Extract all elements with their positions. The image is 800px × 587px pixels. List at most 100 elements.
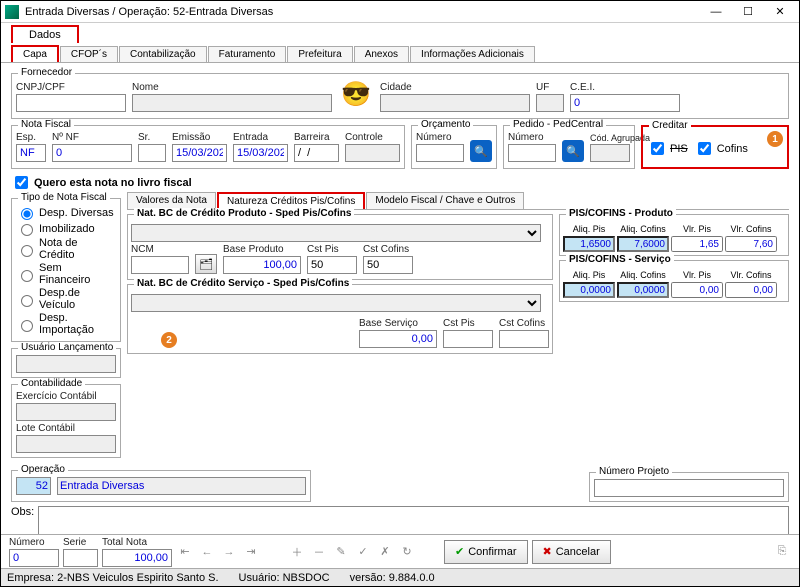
barreira-label: Barreira xyxy=(294,132,339,143)
exit-icon[interactable]: ⎘ xyxy=(773,543,791,561)
emissao-input[interactable] xyxy=(172,144,227,162)
checkbox-livro-fiscal[interactable] xyxy=(15,176,28,189)
minimize-button[interactable]: — xyxy=(701,3,731,21)
vlrpis-prod-input[interactable] xyxy=(671,236,723,252)
radio-desp-importacao[interactable]: Desp. Importação xyxy=(16,312,116,336)
footer-serie-input[interactable] xyxy=(63,549,98,567)
radio-input-imobilizado[interactable] xyxy=(21,224,33,236)
vlrpis-serv-input[interactable] xyxy=(671,282,723,298)
checkbox-cofins[interactable] xyxy=(698,142,711,155)
orcamento-search-button[interactable]: 🔍 xyxy=(470,140,492,162)
chk-pis[interactable]: PIS xyxy=(647,139,688,158)
edit-icon[interactable]: ✎ xyxy=(332,543,350,561)
cstpis-serv-input[interactable] xyxy=(443,330,493,348)
refresh-icon[interactable]: ↻ xyxy=(398,543,416,561)
cnpj-input[interactable] xyxy=(16,94,126,112)
vlrcof-prod-input[interactable] xyxy=(725,236,777,252)
numero-projeto-input[interactable] xyxy=(594,479,784,497)
lote-label: Lote Contábil xyxy=(16,423,116,434)
maximize-button[interactable]: ☐ xyxy=(733,3,763,21)
nnf-input[interactable] xyxy=(52,144,132,162)
pedido-num-input[interactable] xyxy=(508,144,556,162)
natserv-select[interactable] xyxy=(131,294,541,312)
titlebar: Entrada Diversas / Operação: 52-Entrada … xyxy=(1,1,799,23)
remove-icon[interactable]: － xyxy=(310,543,328,561)
radio-desp-diversas[interactable]: Desp. Diversas xyxy=(16,205,116,220)
cstpis-serv-label: Cst Pis xyxy=(443,318,493,329)
save-icon[interactable]: ✓ xyxy=(354,543,372,561)
operacao-cod-input[interactable] xyxy=(16,477,51,495)
subtab-natureza[interactable]: Natureza Créditos Pis/Cofins xyxy=(217,192,365,209)
legend-contabil: Contabilidade xyxy=(18,378,85,389)
tab-dados[interactable]: Dados xyxy=(11,25,79,43)
tab-prefeitura[interactable]: Prefeitura xyxy=(287,46,352,62)
radio-desp-veiculo[interactable]: Desp.de Veículo xyxy=(16,287,116,311)
cod-agrupada-input xyxy=(590,144,630,162)
chk-quero-livro-fiscal[interactable]: Quero esta nota no livro fiscal xyxy=(11,173,789,192)
barreira-input[interactable] xyxy=(294,144,339,162)
radio-input-veiculo[interactable] xyxy=(21,295,33,307)
footer-total-input[interactable] xyxy=(102,549,172,567)
group-piscofins-produto: PIS/COFINS - Produto Aliq. Pis Aliq. Cof… xyxy=(559,214,789,256)
baseprod-input[interactable] xyxy=(223,256,301,274)
radio-input-diversas[interactable] xyxy=(21,208,33,220)
cstcof-serv-input[interactable] xyxy=(499,330,549,348)
checkbox-pis[interactable] xyxy=(651,142,664,155)
aliqcof-prod-input[interactable] xyxy=(617,236,669,252)
callout-1: 1 xyxy=(767,131,783,147)
close-button[interactable]: ✕ xyxy=(765,3,795,21)
esp-input[interactable] xyxy=(16,144,46,162)
group-orcamento: Orçamento Número 🔍 xyxy=(411,125,497,169)
vlrcof-serv-input[interactable] xyxy=(725,282,777,298)
r5-label: Desp.de Veículo xyxy=(39,287,116,311)
orcamento-num-input[interactable] xyxy=(416,144,464,162)
legend-natprod: Nat. BC de Crédito Produto - Sped Pis/Co… xyxy=(134,208,354,219)
cei-input[interactable] xyxy=(570,94,680,112)
tab-contabilizacao[interactable]: Contabilização xyxy=(119,46,207,62)
subtab-valores[interactable]: Valores da Nota xyxy=(127,192,216,209)
cstpis-prod-input[interactable] xyxy=(307,256,357,274)
radio-imobilizado[interactable]: Imobilizado xyxy=(16,221,116,236)
nav-last-icon[interactable]: ⇥ xyxy=(242,543,260,561)
ncm-input[interactable] xyxy=(131,256,189,274)
confirmar-button[interactable]: ✔Confirmar xyxy=(444,540,528,564)
nav-first-icon[interactable]: ⇤ xyxy=(176,543,194,561)
subtab-modelo[interactable]: Modelo Fiscal / Chave e Outros xyxy=(366,192,524,209)
cnpj-label: CNPJ/CPF xyxy=(16,82,126,93)
tab-info-adicionais[interactable]: Informações Adicionais xyxy=(410,46,535,62)
cancel-edit-icon[interactable]: ✗ xyxy=(376,543,394,561)
radio-input-semfin[interactable] xyxy=(21,270,33,282)
add-icon[interactable]: ＋ xyxy=(288,543,306,561)
radio-sem-financeiro[interactable]: Sem Financeiro xyxy=(16,262,116,286)
cstcof-prod-input[interactable] xyxy=(363,256,413,274)
radio-nota-credito[interactable]: Nota de Crédito xyxy=(16,237,116,261)
natprod-select[interactable] xyxy=(131,224,541,242)
legend-pisserv: PIS/COFINS - Serviço xyxy=(566,254,674,265)
tab-anexos[interactable]: Anexos xyxy=(354,46,409,62)
nav-next-icon[interactable]: → xyxy=(220,543,238,561)
aliqpis-prod-input[interactable] xyxy=(563,236,615,252)
baseserv-input[interactable] xyxy=(359,330,437,348)
nav-prev-icon[interactable]: ← xyxy=(198,543,216,561)
pis-label: PIS xyxy=(670,143,688,155)
cancelar-button[interactable]: ✖Cancelar xyxy=(532,540,611,564)
ncm-lookup-button[interactable]: 🗂 xyxy=(195,254,217,274)
sr-input[interactable] xyxy=(138,144,166,162)
footer-num-input[interactable] xyxy=(9,549,59,567)
callout-2: 2 xyxy=(161,332,177,348)
pedido-search-button[interactable]: 🔍 xyxy=(562,140,584,162)
entrada-input[interactable] xyxy=(233,144,288,162)
baseserv-label: Base Serviço xyxy=(359,318,437,329)
radio-input-credito[interactable] xyxy=(21,245,33,257)
radio-input-importacao[interactable] xyxy=(21,320,33,332)
x-icon: ✖ xyxy=(543,545,552,558)
aliqpis-serv-input[interactable] xyxy=(563,282,615,298)
app-icon xyxy=(5,5,19,19)
tab-cfops[interactable]: CFOP´s xyxy=(60,46,118,62)
r4-label: Sem Financeiro xyxy=(39,262,116,286)
chk-cofins[interactable]: Cofins xyxy=(694,139,748,158)
footer-num-label: Número xyxy=(9,537,59,548)
aliqcof-serv-input[interactable] xyxy=(617,282,669,298)
tab-faturamento[interactable]: Faturamento xyxy=(208,46,287,62)
tab-capa[interactable]: Capa xyxy=(11,45,59,62)
